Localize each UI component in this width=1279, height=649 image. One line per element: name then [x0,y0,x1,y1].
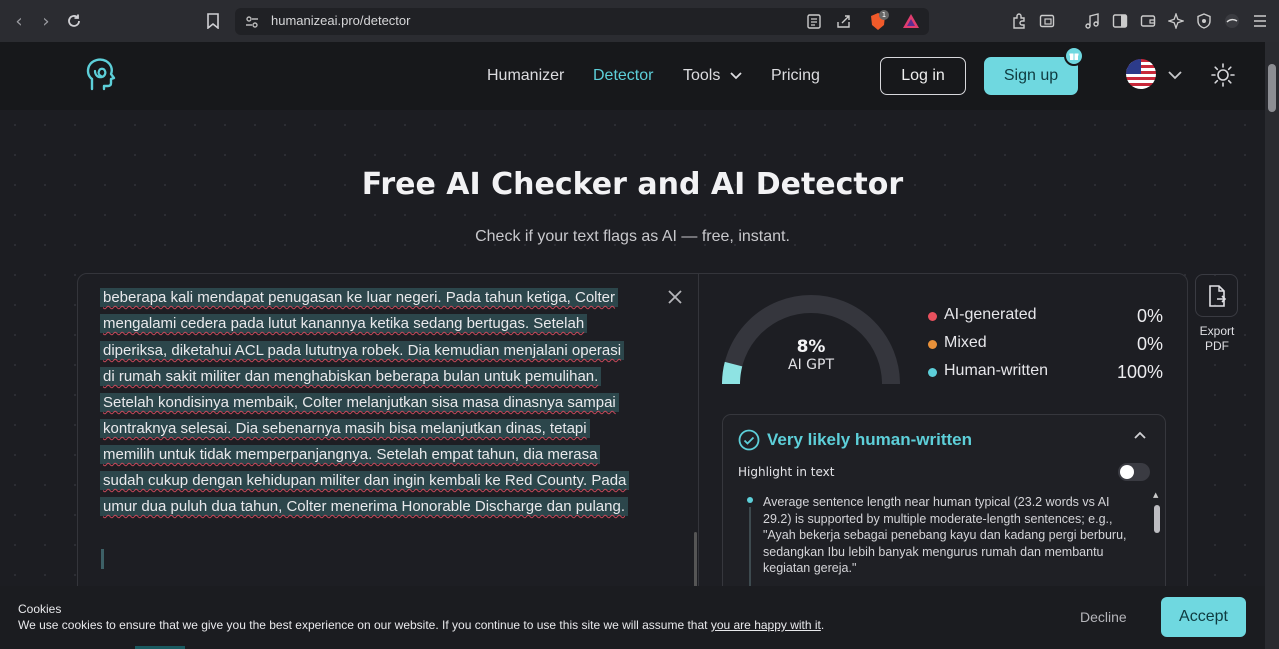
reason-scrollbar[interactable]: ▲ [1153,491,1161,601]
leo-ai-icon[interactable] [1166,11,1186,31]
clear-text-close-icon[interactable] [667,286,683,310]
export-file-icon [1208,284,1226,307]
site-header: Humanizer Detector Tools Pricing Log in … [0,42,1265,110]
text-editor[interactable]: beberapa kali mendapat penugasan ke luar… [78,274,699,602]
highlight-label: Highlight in text [738,465,835,479]
vpn-icon[interactable] [1194,11,1214,31]
wallet-icon[interactable] [1138,11,1158,31]
screenshot-icon[interactable] [1037,11,1057,31]
text-line: memilih untuk tidak memperpanjangnya. Se… [100,445,601,465]
nav-humanizer[interactable]: Humanizer [487,67,564,85]
reader-mode-icon[interactable] [807,14,821,29]
media-icon[interactable] [1082,11,1102,31]
extensions-icon[interactable] [1009,11,1029,31]
cookie-policy-link[interactable]: you are happy with it [711,618,821,632]
address-bar[interactable]: humanizeai.pro/detector 1 [235,8,929,35]
cookie-banner: Cookies We use cookies to ensure that we… [0,586,1265,649]
text-line: mengalami cedera pada lutut kanannya ket… [100,314,588,334]
verdict-title: Very likely human-written [767,430,973,449]
gift-icon[interactable] [1064,46,1084,66]
login-button[interactable]: Log in [880,57,966,95]
us-flag-icon[interactable] [1126,59,1156,89]
nav-detector[interactable]: Detector [593,67,653,85]
legend-ai-generated: AI-generated 0% [928,306,1168,326]
shield-count-badge: 1 [879,10,889,20]
highlight-toggle[interactable] [1118,463,1150,481]
decline-button[interactable]: Decline [1080,609,1127,625]
theme-toggle-sun-icon[interactable] [1210,62,1236,88]
export-pdf-button[interactable] [1195,274,1238,317]
brave-shields-icon[interactable]: 1 [869,10,889,31]
share-icon[interactable] [836,14,852,29]
legend-dot [928,312,937,321]
text-line: kontraknya selesai. Dia sebenarnya masih… [100,419,590,439]
url-text: humanizeai.pro/detector [271,13,411,28]
main-content: Free AI Checker and AI Detector Check if… [0,110,1265,649]
legend-mixed: Mixed 0% [928,334,1168,354]
browser-toolbar: ‹ › humanizeai.pro/detector 1 [0,0,1279,42]
legend-dot [928,368,937,377]
profile-icon[interactable] [1222,11,1242,31]
export-pdf-label: Export PDF [1199,324,1235,353]
text-line: sudah cukup dengan kehidupan militer dan… [100,471,630,491]
humanizeai-logo-icon[interactable] [84,57,120,93]
page-subtitle: Check if your text flags as AI — free, i… [475,228,790,245]
legend-human-written: Human-written 100% [928,362,1168,382]
collapse-chevron-up-icon[interactable] [1134,431,1146,439]
check-circle-icon [738,429,760,451]
page-scrollbar[interactable] [1265,42,1279,649]
scroll-up-arrow-icon[interactable]: ▲ [1153,491,1158,499]
nav-tools[interactable]: Tools [683,67,720,85]
reload-icon[interactable] [63,10,85,32]
results-panel: 8% AI GPT AI-generated 0% Mixed 0% Human… [699,274,1187,602]
reason-bullet [747,497,753,503]
signup-button[interactable]: Sign up [984,57,1078,95]
site-settings-icon[interactable] [245,15,259,29]
brave-rewards-icon[interactable] [902,13,920,29]
sidebar-icon[interactable] [1110,11,1130,31]
language-chevron-down-icon[interactable] [1168,71,1182,80]
page-title: Free AI Checker and AI Detector [361,167,904,202]
verdict-card: Very likely human-written Highlight in t… [722,414,1166,602]
legend-dot [928,340,937,349]
menu-icon[interactable] [1250,11,1270,31]
cookie-text: We use cookies to ensure that we give yo… [18,618,825,632]
cookie-title: Cookies [18,602,62,616]
text-line: di rumah sakit militer dan menghabiskan … [100,367,602,387]
gauge-percent: 8% [796,337,826,357]
detector-panel: beberapa kali mendapat penugasan ke luar… [77,273,1188,603]
text-line: Setelah kondisinya membaik, Colter melan… [100,393,619,413]
accept-button[interactable]: Accept [1161,597,1246,637]
bookmark-icon[interactable] [202,10,224,32]
text-line: beberapa kali mendapat penugasan ke luar… [100,288,619,308]
forward-icon[interactable]: › [35,10,57,32]
text-line: umur dua puluh dua tahun, Colter menerim… [100,497,628,517]
tools-chevron-down-icon[interactable] [730,72,742,80]
text-line: diperiksa, diketahui ACL pada lututnya r… [100,341,625,361]
back-icon[interactable]: ‹ [8,10,30,32]
reason-text: Average sentence length near human typic… [763,495,1127,575]
text-caret [101,549,104,569]
nav-pricing[interactable]: Pricing [771,67,820,85]
gauge-label: AI GPT [788,357,834,373]
